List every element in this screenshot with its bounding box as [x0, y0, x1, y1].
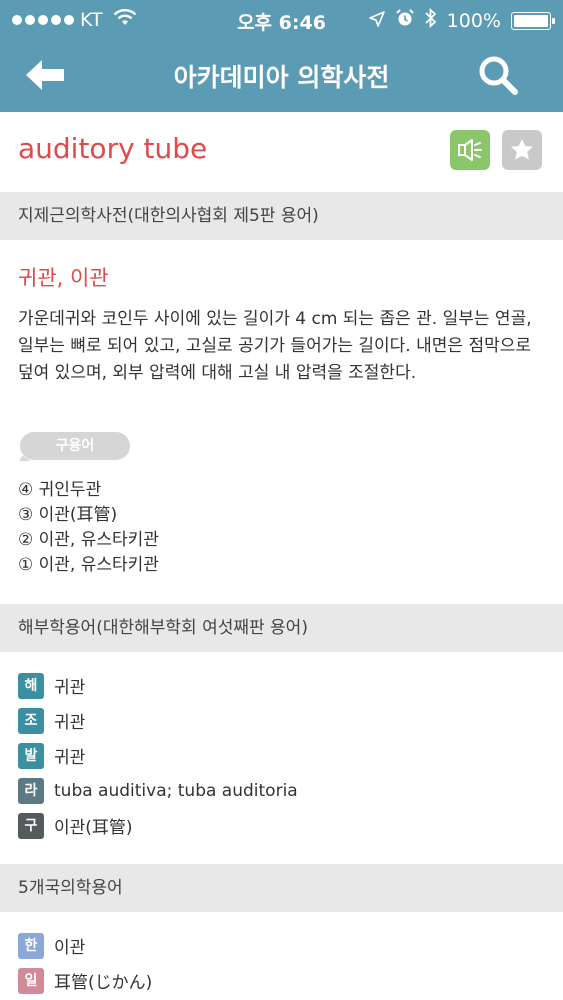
search-icon [479, 56, 518, 95]
alarm-icon [395, 8, 415, 33]
term-tag: 조 [18, 707, 44, 734]
pronunciation-button[interactable] [450, 130, 490, 170]
battery-fill [514, 14, 548, 27]
term-tag: 일 [18, 967, 44, 994]
favorite-button[interactable] [502, 130, 542, 170]
section-header-jijegeun: 지제근의학사전(대한의사협회 제5판 용어) [0, 192, 563, 240]
section-header-anatomy: 해부학용어(대한해부학회 여섯째판 용어) [0, 604, 563, 652]
korean-term: 귀관, 이관 [18, 266, 109, 290]
term-tag: 구 [18, 812, 44, 839]
term-title: auditory tube [18, 132, 208, 165]
anatomy-term-item: 조 귀관 [18, 703, 298, 738]
term-tag: 한 [18, 932, 44, 959]
battery-icon [511, 11, 555, 30]
old-term-item: ① 이관, 유스타키관 [18, 555, 159, 575]
battery-percent: 100% [446, 9, 501, 32]
old-terms-list: ④ 귀인두관 ③ 이관(耳管) ② 이관, 유스타키관 ① 이관, 유스타키관 [18, 478, 159, 578]
term-text: 귀관 [54, 748, 86, 768]
term-tag: 라 [18, 777, 44, 804]
anatomy-term-item: 라 tuba auditiva; tuba auditoria [18, 773, 298, 808]
five-country-term-list: 한 이관 일 耳管(じかん) [18, 928, 152, 998]
old-term-item: ③ 이관(耳管) [18, 505, 118, 525]
term-text: 耳管(じかん) [54, 973, 153, 993]
nav-bar: 아카데미아 의학사전 [0, 38, 563, 112]
star-icon [511, 139, 533, 160]
back-button[interactable] [22, 55, 68, 95]
anatomy-term-item: 구 이관(耳管) [18, 808, 298, 843]
old-term-item: ④ 귀인두관 [18, 480, 102, 500]
five-country-term-item: 일 耳管(じかん) [18, 963, 152, 998]
location-icon [368, 10, 385, 32]
back-arrow-icon [26, 60, 64, 90]
anatomy-term-item: 해 귀관 [18, 668, 298, 703]
anatomy-term-list: 해 귀관 조 귀관 발 귀관 라 tuba auditiva; tuba aud… [18, 668, 298, 843]
status-bar: KT 오후 6:46 100% [0, 0, 563, 38]
term-tag: 해 [18, 672, 44, 699]
search-button[interactable] [477, 54, 519, 96]
term-text: 귀관 [54, 713, 86, 733]
term-text: tuba auditiva; tuba auditoria [54, 780, 298, 801]
speaker-icon [458, 139, 482, 161]
status-right: 100% [368, 7, 555, 33]
section-header-five-country: 5개국의학용어 [0, 864, 563, 912]
term-text: 귀관 [54, 678, 86, 698]
definition-text: 가운데귀와 코인두 사이에 있는 길이가 4 cm 되는 좁은 관. 일부는 연… [18, 309, 532, 383]
anatomy-term-item: 발 귀관 [18, 738, 298, 773]
bluetooth-icon [425, 7, 437, 33]
term-tag: 발 [18, 742, 44, 769]
old-term-item: ② 이관, 유스타키관 [18, 530, 159, 550]
five-country-term-item: 한 이관 [18, 928, 152, 963]
old-terms-badge: 구용어 [20, 432, 130, 460]
term-text: 이관(耳管) [54, 818, 133, 838]
term-text: 이관 [54, 938, 86, 958]
term-header: auditory tube [0, 112, 563, 192]
